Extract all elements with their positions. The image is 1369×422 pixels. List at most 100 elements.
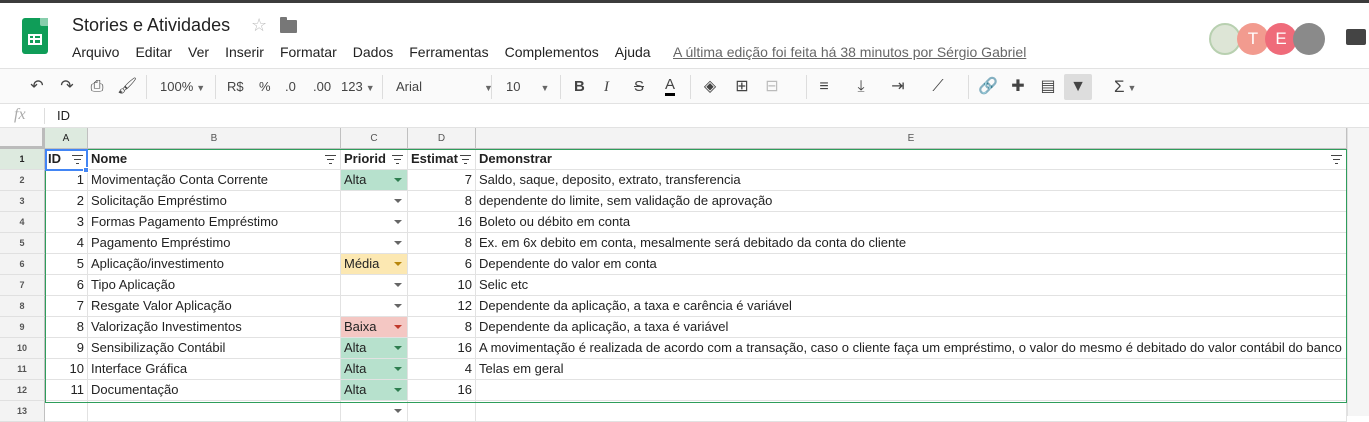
row-header[interactable]: 1 [0,149,45,170]
text-rotation-icon[interactable]: ⟋ [928,77,948,97]
filter-icon[interactable] [72,155,83,164]
functions-button[interactable]: Σ ▼ [1114,76,1136,98]
filter-icon[interactable]: ▼ [1064,74,1092,100]
fill-handle[interactable] [83,167,89,173]
cell-demonstrar[interactable]: Telas em geral [476,359,1347,380]
text-color-button[interactable]: A [665,76,676,96]
cell-demonstrar[interactable]: dependente do limite, sem validação de a… [476,191,1347,212]
strikethrough-button[interactable]: S [634,76,644,98]
font-select[interactable]: Arial ▼ [396,76,493,98]
row-header[interactable]: 3 [0,191,45,212]
dropdown-arrow-icon[interactable] [394,178,402,182]
cell-id[interactable]: 1 [45,170,88,191]
row-header[interactable]: 5 [0,233,45,254]
cell-nome[interactable]: Movimentação Conta Corrente [88,170,341,191]
dropdown-arrow-icon[interactable] [394,241,402,245]
cell-id[interactable]: 9 [45,338,88,359]
dropdown-arrow-icon[interactable] [394,220,402,224]
cell-id[interactable]: 3 [45,212,88,233]
menu-arquivo[interactable]: Arquivo [72,44,119,60]
merge-cells-icon[interactable]: ⊟ [762,77,782,97]
insert-chart-icon[interactable]: ▤ [1038,77,1058,97]
cell-prioridade[interactable]: Alta [341,359,408,380]
row-header[interactable]: 7 [0,275,45,296]
cell-nome[interactable]: Aplicação/investimento [88,254,341,275]
cell-nome[interactable]: Resgate Valor Aplicação [88,296,341,317]
cell-estimativa[interactable]: 4 [408,359,476,380]
vertical-align-icon[interactable]: ⤓ [851,77,871,97]
cell-nome[interactable]: Tipo Aplicação [88,275,341,296]
cell-nome[interactable]: Interface Gráfica [88,359,341,380]
cell-prioridade[interactable]: Baixa [341,317,408,338]
increase-decimals-button[interactable]: .00 [313,76,331,98]
cell-demonstrar[interactable]: Ex. em 6x debito em conta, mesalmente se… [476,233,1347,254]
filter-icon[interactable] [1331,155,1342,164]
header-cell-estimativa[interactable]: Estimat [408,149,476,170]
row-header[interactable]: 8 [0,296,45,317]
dropdown-arrow-icon[interactable] [394,283,402,287]
menu-editar[interactable]: Editar [135,44,172,60]
dropdown-arrow-icon[interactable] [394,262,402,266]
row-header[interactable]: 13 [0,401,45,422]
cell-estimativa[interactable]: 8 [408,233,476,254]
cell-id[interactable]: 8 [45,317,88,338]
print-icon[interactable]: ⎙ [87,77,107,97]
column-header-e[interactable]: E [476,128,1347,149]
cell-demonstrar[interactable]: Dependente da aplicação, a taxa é variáv… [476,317,1347,338]
menu-inserir[interactable]: Inserir [225,44,264,60]
header-cell-nome[interactable]: Nome [88,149,341,170]
column-header-c[interactable]: C [341,128,408,149]
column-header-b[interactable]: B [88,128,341,149]
cell-id[interactable]: 4 [45,233,88,254]
vertical-scrollbar[interactable] [1347,128,1369,416]
star-icon[interactable]: ☆ [251,15,267,36]
menu-dados[interactable]: Dados [353,44,393,60]
dropdown-arrow-icon[interactable] [394,199,402,203]
cell-prioridade[interactable]: Alta [341,338,408,359]
cell-nome[interactable]: Sensibilização Contábil [88,338,341,359]
cell-nome[interactable]: Formas Pagamento Empréstimo [88,212,341,233]
more-users-icon[interactable] [1293,23,1325,55]
cell-nome[interactable]: Documentação [88,380,341,401]
cell-id[interactable]: 11 [45,380,88,401]
paint-format-icon[interactable]: 🖌 [117,77,137,97]
cell-prioridade[interactable] [341,233,408,254]
cell-nome[interactable]: Solicitação Empréstimo [88,191,341,212]
cell-demonstrar[interactable] [476,380,1347,401]
formula-input[interactable]: ID [57,108,70,123]
cell-id[interactable]: 5 [45,254,88,275]
cell-prioridade[interactable]: Média [341,254,408,275]
currency-format-button[interactable]: R$ [227,76,244,98]
cell-id[interactable]: 6 [45,275,88,296]
cell-demonstrar[interactable]: Boleto ou débito em conta [476,212,1347,233]
cell-estimativa[interactable] [408,401,476,422]
cell-prioridade[interactable] [341,275,408,296]
filter-icon[interactable] [460,155,471,164]
cell-demonstrar[interactable]: Selic etc [476,275,1347,296]
menu-complementos[interactable]: Complementos [505,44,599,60]
cell-prioridade[interactable]: Alta [341,380,408,401]
bold-button[interactable]: B [574,76,585,98]
header-cell-prioridade[interactable]: Priorid [341,149,408,170]
row-header[interactable]: 6 [0,254,45,275]
column-header-a[interactable]: A [45,128,88,149]
cell-id[interactable]: 10 [45,359,88,380]
dropdown-arrow-icon[interactable] [394,304,402,308]
more-formats-select[interactable]: 123 ▼ [341,76,375,98]
fill-color-icon[interactable]: ◈ [700,77,720,97]
sheets-logo-icon[interactable] [22,18,48,54]
cell-demonstrar[interactable]: A movimentação é realizada de acordo com… [476,338,1347,359]
redo-icon[interactable]: ↷ [57,77,77,97]
cell-id[interactable]: 7 [45,296,88,317]
cell-prioridade[interactable]: Alta [341,170,408,191]
cell-estimativa[interactable]: 8 [408,191,476,212]
cell-nome[interactable]: Valorização Investimentos [88,317,341,338]
cell-estimativa[interactable]: 8 [408,317,476,338]
decrease-decimals-button[interactable]: .0 [285,76,296,98]
cell-nome[interactable]: Pagamento Empréstimo [88,233,341,254]
cell-estimativa[interactable]: 16 [408,380,476,401]
column-header-d[interactable]: D [408,128,476,149]
italic-button[interactable]: I [604,76,609,98]
cell-demonstrar[interactable]: Dependente da aplicação, a taxa e carênc… [476,296,1347,317]
borders-icon[interactable]: ⊞ [732,77,752,97]
